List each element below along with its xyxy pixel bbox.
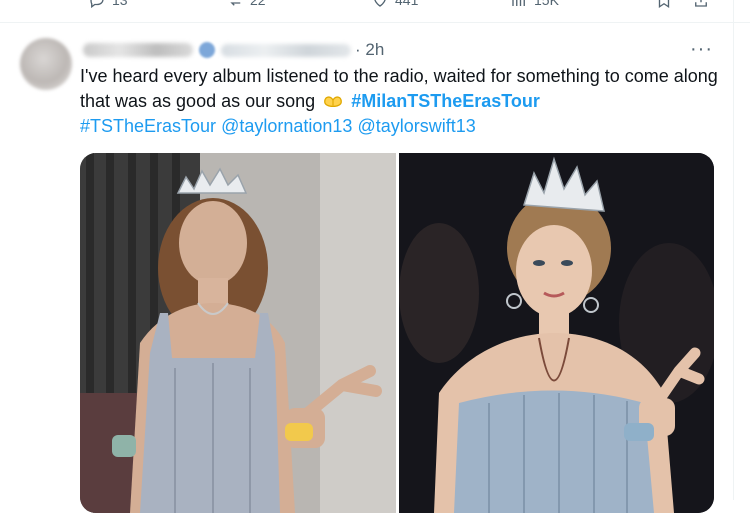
media-photo-right[interactable] [399, 153, 714, 513]
heart-hands-icon [324, 96, 343, 108]
timeline-right-border [733, 0, 734, 500]
tweet-media-grid [80, 153, 714, 513]
like-icon [374, 0, 386, 7]
verified-badge-icon [199, 42, 215, 58]
photo-left-illustration [80, 153, 396, 513]
photo-right-illustration [399, 153, 714, 513]
retweet-icon [230, 2, 241, 6]
tweet-text: I've heard every album listened to the r… [80, 64, 720, 139]
more-options-button[interactable]: ··· [690, 38, 713, 61]
share-button[interactable] [692, 0, 710, 9]
reply-icon [90, 0, 104, 9]
tweet-header: · 2h [83, 39, 384, 61]
handle-redacted[interactable] [221, 43, 351, 57]
hashtag-link[interactable]: #TSTheErasTour [80, 116, 216, 136]
avatar[interactable] [20, 38, 72, 90]
mention-link[interactable]: @taylornation13 [221, 116, 352, 136]
tweet-divider [0, 22, 750, 23]
tweet-timestamp[interactable]: · 2h [355, 40, 384, 60]
bookmark-icon [658, 0, 670, 9]
mention-link[interactable]: @taylorswift13 [357, 116, 475, 136]
views-button[interactable]: 15K [510, 0, 559, 9]
hashtag-link[interactable]: #MilanTSTheErasTour [351, 91, 540, 111]
views-icon [512, 0, 525, 6]
retweet-button[interactable]: 22 [226, 0, 266, 9]
bookmark-button[interactable] [655, 0, 673, 9]
reply-button[interactable]: 13 [88, 0, 128, 9]
display-name-redacted[interactable] [83, 43, 193, 57]
share-icon [695, 0, 707, 7]
like-button[interactable]: 441 [371, 0, 418, 9]
media-photo-left[interactable] [80, 153, 396, 513]
previous-tweet-action-bar: 13 22 441 15K [0, 0, 750, 22]
